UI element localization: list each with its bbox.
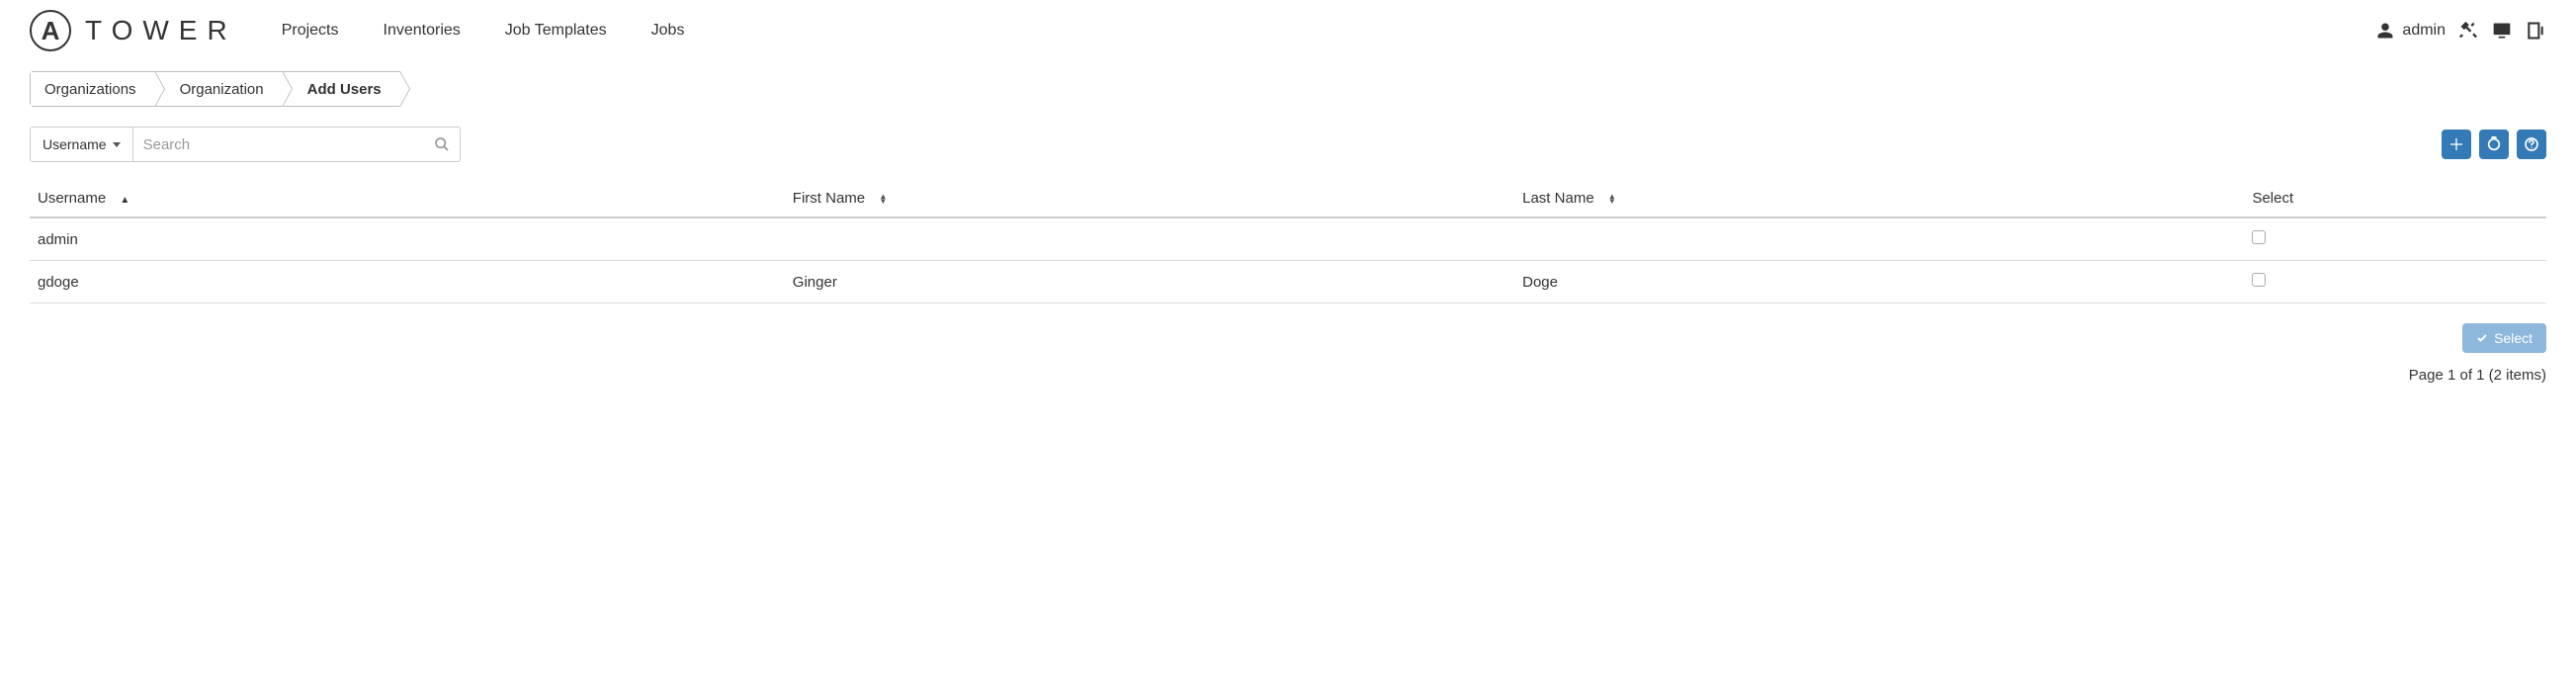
col-header-label: First Name [793,190,865,207]
topbar: A TOWER Projects Inventories Job Templat… [0,0,2576,71]
search-input[interactable] [143,136,434,153]
help-button[interactable] [2517,130,2546,159]
sort-icon: ▲▼ [1608,194,1616,204]
col-header-select: Select [2244,180,2546,217]
nav-projects[interactable]: Projects [282,22,339,40]
users-table: Username ▲ First Name ▲▼ Last Name ▲▼ Se… [30,180,2546,304]
cell-last-name: Doge [1514,261,2244,304]
col-header-label: Last Name [1522,190,1594,207]
current-user[interactable]: admin [2374,20,2446,42]
sort-asc-icon: ▲ [120,195,129,206]
nav-jobs[interactable]: Jobs [651,22,685,40]
breadcrumb-label: Organization [180,81,264,98]
toolbar-row: Username [0,127,2576,180]
cell-username[interactable]: gdoge [30,261,785,304]
logout-icon[interactable] [2525,20,2546,42]
select-checkbox[interactable] [2252,230,2266,244]
table-row: gdoge Ginger Doge [30,261,2546,304]
breadcrumb-organization[interactable]: Organization [154,72,282,106]
cell-username[interactable]: admin [30,217,785,261]
col-header-first-name[interactable]: First Name ▲▼ [785,180,1514,217]
add-button[interactable] [2442,130,2471,159]
breadcrumb-organizations[interactable]: Organizations [31,72,154,106]
pagination-text: Page 1 of 1 (2 items) [2409,367,2546,384]
cell-select [2244,261,2546,304]
cell-first-name [785,217,1514,261]
footer-row: Select [0,304,2576,359]
search-icon[interactable] [434,136,450,152]
col-header-label: Username [38,190,106,207]
breadcrumb-add-users[interactable]: Add Users [282,72,399,106]
breadcrumb-label: Organizations [44,81,136,98]
cell-last-name [1514,217,2244,261]
sort-icon: ▲▼ [879,194,887,204]
search-type-dropdown[interactable]: Username [31,128,133,161]
col-header-label: Select [2252,190,2293,207]
breadcrumb: Organizations Organization Add Users [30,71,400,107]
breadcrumb-label: Add Users [307,81,382,98]
search-group: Username [30,127,461,162]
monitor-icon[interactable] [2491,20,2513,42]
refresh-button[interactable] [2479,130,2509,159]
user-icon [2374,20,2396,42]
cell-first-name: Ginger [785,261,1514,304]
select-button[interactable]: Select [2462,323,2546,353]
cell-select [2244,217,2546,261]
brand-name: TOWER [85,15,237,46]
user-area: admin [2374,20,2546,42]
breadcrumb-row: Organizations Organization Add Users [0,71,2576,127]
select-button-label: Select [2494,330,2533,346]
settings-icon[interactable] [2457,20,2479,42]
main-nav: Projects Inventories Job Templates Jobs [282,22,685,40]
current-user-name: admin [2402,22,2446,40]
check-icon [2476,332,2488,344]
brand-logo-letter: A [42,16,60,46]
caret-down-icon [113,142,121,147]
col-header-last-name[interactable]: Last Name ▲▼ [1514,180,2244,217]
action-buttons [2442,130,2546,159]
col-header-username[interactable]: Username ▲ [30,180,785,217]
nav-job-templates[interactable]: Job Templates [505,22,607,40]
brand[interactable]: A TOWER [30,10,237,51]
search-type-label: Username [43,136,107,152]
nav-inventories[interactable]: Inventories [384,22,461,40]
pagination-row: Page 1 of 1 (2 items) [0,359,2576,391]
select-checkbox[interactable] [2252,273,2266,287]
table-row: admin [30,217,2546,261]
search-input-wrap [133,128,460,161]
brand-logo-icon: A [30,10,71,51]
users-table-wrap: Username ▲ First Name ▲▼ Last Name ▲▼ Se… [0,180,2576,304]
